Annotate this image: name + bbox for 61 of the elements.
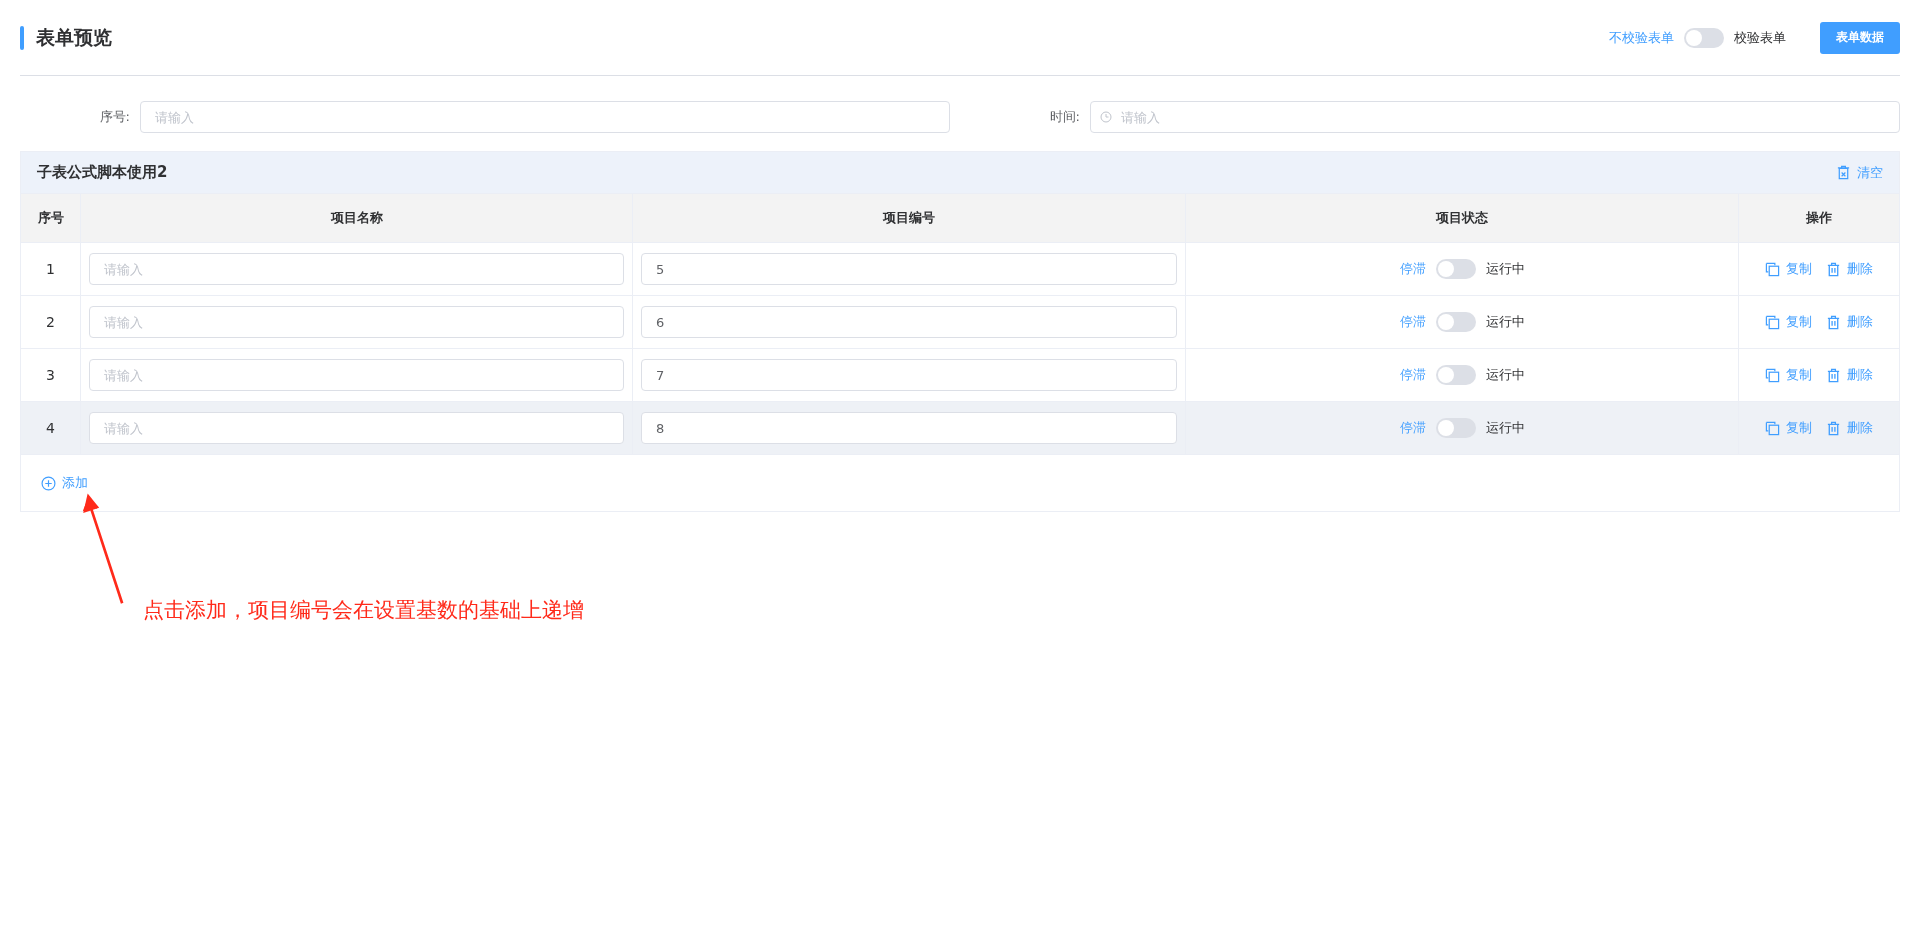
title-accent-bar xyxy=(20,25,24,50)
name-input[interactable]: 请输入 xyxy=(89,253,624,285)
number-input[interactable]: 5 xyxy=(641,253,1177,285)
plus-circle-icon xyxy=(41,475,56,491)
input-field[interactable]: 请输入 xyxy=(140,101,950,133)
status-switch[interactable] xyxy=(1435,365,1476,385)
status-switch[interactable] xyxy=(1435,312,1476,332)
switch-label: 运行中 xyxy=(1485,313,1525,331)
delete-button[interactable]: 删除 xyxy=(1826,313,1873,331)
name-input[interactable]: 请输入 xyxy=(89,359,624,391)
subtable-title: 子表公式脚本使用2 xyxy=(37,163,168,182)
switch-label: 运行中 xyxy=(1485,419,1525,437)
column-header: 项目名称 xyxy=(81,194,633,243)
page-title: 表单预览 xyxy=(36,24,112,50)
delete-button[interactable]: 删除 xyxy=(1826,366,1873,384)
input-field[interactable]: 请输入 xyxy=(1090,101,1900,133)
table-cell: 4 xyxy=(21,402,81,455)
delete-button[interactable]: 删除 xyxy=(1826,260,1873,278)
copy-icon xyxy=(1765,420,1780,436)
status-switch[interactable] xyxy=(1435,259,1476,279)
number-input[interactable]: 7 xyxy=(641,359,1177,391)
name-input[interactable]: 请输入 xyxy=(89,412,624,444)
form-data-button[interactable]: 表单数据 xyxy=(1820,21,1900,54)
name-input[interactable]: 请输入 xyxy=(89,306,624,338)
table-cell: 2 xyxy=(21,296,81,349)
column-header: 项目状态 xyxy=(1186,194,1739,243)
trash-icon xyxy=(1826,367,1841,383)
trash-icon xyxy=(1826,420,1841,436)
copy-icon xyxy=(1765,314,1780,330)
trash-icon xyxy=(1826,261,1841,277)
clear-button[interactable]: 清空 xyxy=(1836,163,1883,182)
switch-label: 运行中 xyxy=(1485,260,1525,278)
number-input[interactable]: 6 xyxy=(641,306,1177,338)
annotation-text: 点击添加，项目编号会在设置基数的基础上递增 xyxy=(143,597,584,624)
column-header: 序号 xyxy=(21,194,81,243)
switch-label: 停滞 xyxy=(1399,260,1426,278)
clock-icon xyxy=(1100,111,1112,123)
switch-label: 不校验表单 xyxy=(1609,28,1674,47)
switch-label: 停滞 xyxy=(1399,313,1426,331)
column-header: 项目编号 xyxy=(633,194,1186,243)
copy-button[interactable]: 复制 xyxy=(1765,260,1812,278)
delete-button[interactable]: 删除 xyxy=(1826,419,1873,437)
copy-icon xyxy=(1765,261,1780,277)
status-switch[interactable] xyxy=(1435,418,1476,438)
column-header: 操作 xyxy=(1739,194,1899,243)
trash-icon xyxy=(1826,314,1841,330)
copy-button[interactable]: 复制 xyxy=(1765,366,1812,384)
switch-label: 运行中 xyxy=(1485,366,1525,384)
copy-button[interactable]: 复制 xyxy=(1765,313,1812,331)
field-label: 序号: xyxy=(98,108,131,126)
switch-label: 停滞 xyxy=(1399,419,1426,437)
copy-icon xyxy=(1765,367,1780,383)
trash-icon xyxy=(1836,165,1851,180)
table-cell: 1 xyxy=(21,243,81,296)
number-input[interactable]: 8 xyxy=(641,412,1177,444)
copy-button[interactable]: 复制 xyxy=(1765,419,1812,437)
switch-label: 停滞 xyxy=(1399,366,1426,384)
switch-label: 校验表单 xyxy=(1734,28,1786,47)
validate-switch[interactable] xyxy=(1684,27,1724,48)
field-label: 时间: xyxy=(1048,108,1081,126)
add-button[interactable]: 添加 xyxy=(41,474,88,492)
